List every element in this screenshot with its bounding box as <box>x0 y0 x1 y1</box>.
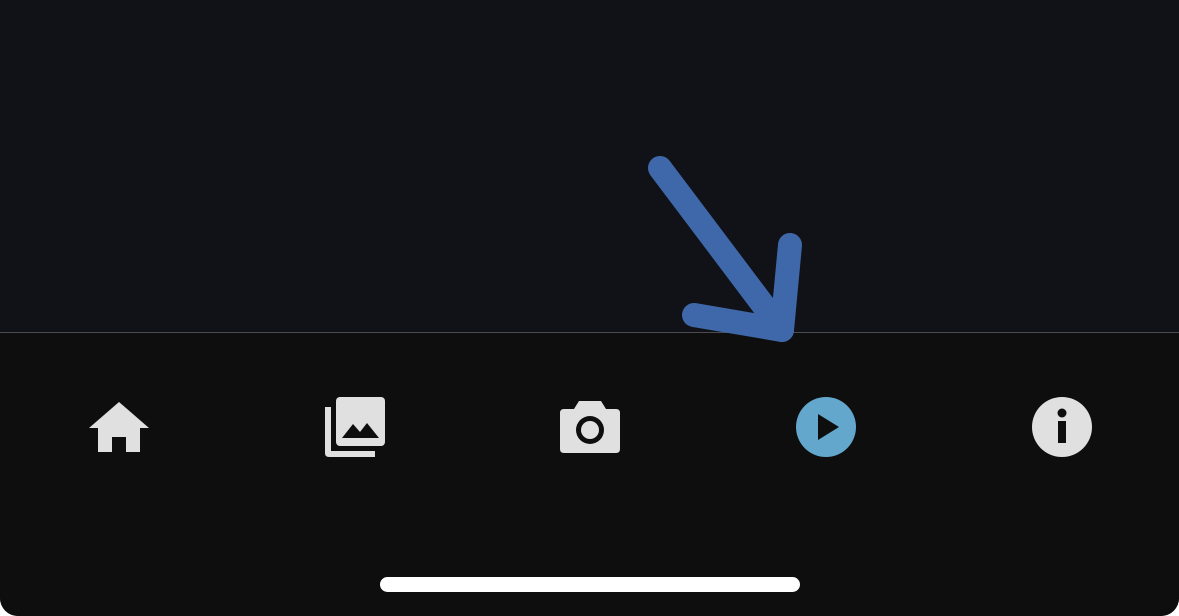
info-circle-icon <box>1031 396 1093 458</box>
home-indicator[interactable] <box>380 577 800 592</box>
tab-play[interactable] <box>790 391 862 463</box>
content-area <box>0 0 1179 332</box>
tab-camera[interactable] <box>554 391 626 463</box>
tab-bar <box>0 333 1179 616</box>
app-screen <box>0 0 1179 616</box>
tab-home[interactable] <box>83 391 155 463</box>
play-circle-icon <box>795 396 857 458</box>
camera-icon <box>559 399 621 455</box>
photo-library-icon <box>324 396 386 458</box>
tab-info[interactable] <box>1026 391 1098 463</box>
tab-photos[interactable] <box>319 391 391 463</box>
home-icon <box>88 399 150 455</box>
